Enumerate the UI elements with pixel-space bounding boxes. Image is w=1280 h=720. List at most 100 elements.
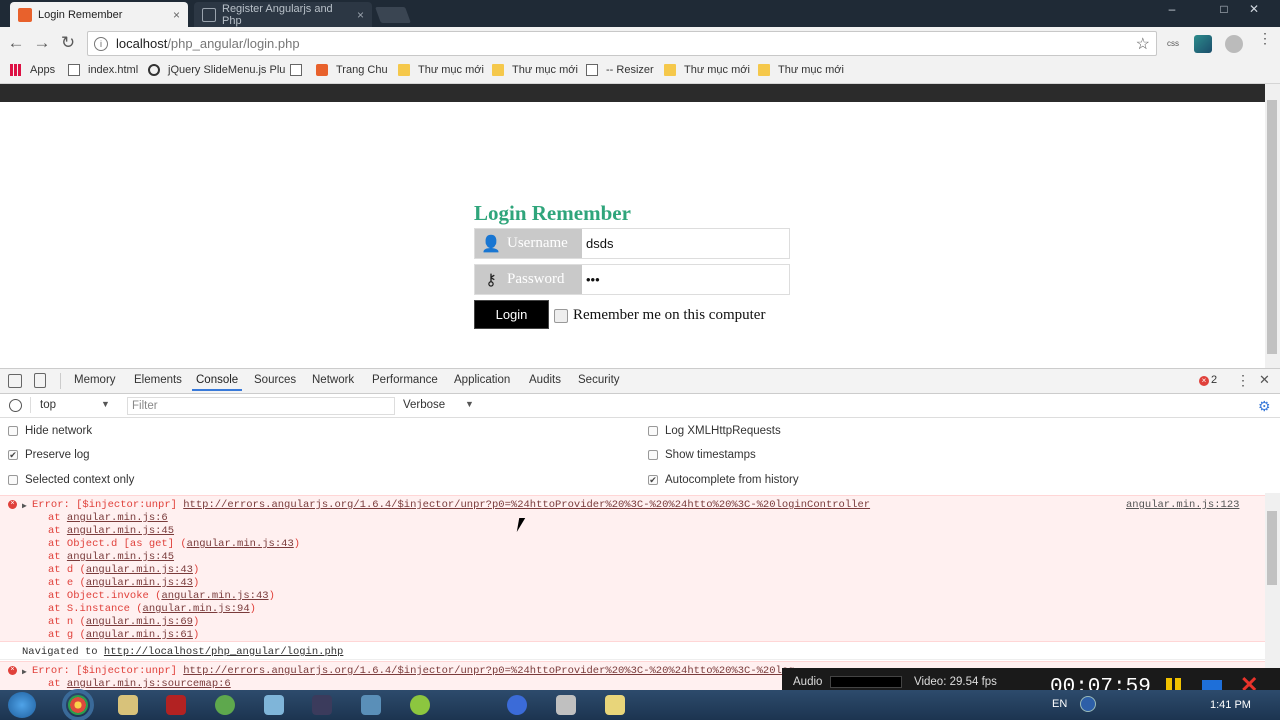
css-extension-icon[interactable]: css — [1164, 35, 1182, 53]
stack-location[interactable]: angular.min.js:61 — [86, 629, 193, 641]
close-window-button[interactable]: ✕ — [1242, 0, 1266, 18]
language-indicator[interactable]: EN — [1052, 698, 1067, 710]
remember-checkbox[interactable] — [554, 308, 568, 323]
tab-console[interactable]: Console — [191, 374, 243, 391]
bookmark-folder[interactable]: Thư mục mới — [664, 64, 750, 76]
explorer-icon[interactable] — [118, 695, 138, 715]
app-icon[interactable] — [361, 695, 381, 715]
stack-location[interactable]: angular.min.js:sourcemap:6 — [67, 678, 231, 690]
checkbox-checked[interactable]: ✔ — [648, 475, 658, 485]
stack-location[interactable]: angular.min.js:43 — [161, 590, 268, 602]
extension-icon[interactable] — [1194, 35, 1212, 53]
close-devtools-icon[interactable]: ✕ — [1259, 372, 1270, 388]
tab-network[interactable]: Network — [312, 374, 354, 386]
filter-input[interactable]: Filter — [127, 397, 395, 415]
bookmark-apps[interactable]: Apps — [10, 64, 55, 76]
more-icon[interactable]: ⋮ — [1236, 372, 1250, 389]
option-hide-network[interactable]: Hide network — [8, 425, 92, 437]
checkbox[interactable] — [648, 426, 658, 436]
new-tab-button[interactable] — [375, 7, 411, 23]
tab-audits[interactable]: Audits — [529, 374, 561, 386]
chrome-icon[interactable] — [62, 689, 94, 720]
navigated-url[interactable]: http://localhost/php_angular/login.php — [104, 646, 343, 658]
app-icon[interactable] — [507, 695, 527, 715]
tab-application[interactable]: Application — [454, 374, 510, 386]
tab-sources[interactable]: Sources — [254, 374, 296, 386]
option-selected-context[interactable]: Selected context only — [8, 474, 134, 486]
console-scrollbar[interactable] — [1265, 493, 1280, 691]
level-select[interactable]: Verbose — [403, 399, 445, 411]
stack-location[interactable]: angular.min.js:94 — [143, 603, 250, 615]
inspect-icon[interactable] — [8, 374, 22, 388]
tab-login-remember[interactable]: Login Remember × — [10, 2, 188, 27]
menu-icon[interactable]: ⋮ — [1258, 31, 1272, 52]
checkbox[interactable] — [8, 426, 18, 436]
start-button[interactable] — [8, 692, 36, 718]
close-icon[interactable]: × — [351, 8, 364, 22]
bookmark-item[interactable]: Trang Chu — [316, 64, 388, 76]
notepad-icon[interactable] — [264, 695, 284, 715]
login-button[interactable]: Login — [474, 300, 549, 329]
error-url[interactable]: http://errors.angularjs.org/1.6.4/$injec… — [183, 499, 870, 511]
app-icon[interactable] — [410, 695, 430, 715]
minimize-button[interactable]: ‒ — [1160, 0, 1184, 18]
bookmark-folder[interactable]: Thư mục mới — [398, 64, 484, 76]
tab-memory[interactable]: Memory — [74, 374, 116, 386]
address-bar[interactable]: i localhost /php_angular/login.php ☆ — [87, 31, 1157, 56]
app-icon[interactable] — [215, 695, 235, 715]
tab-elements[interactable]: Elements — [134, 374, 182, 386]
checkbox[interactable] — [648, 450, 658, 460]
app-icon[interactable] — [556, 695, 576, 715]
bookmark-star-icon[interactable]: ☆ — [1136, 34, 1150, 54]
option-preserve-log[interactable]: ✔ Preserve log — [8, 449, 90, 461]
app-icon[interactable] — [605, 695, 625, 715]
scrollbar-thumb[interactable] — [1267, 511, 1277, 585]
scrollbar-thumb[interactable] — [1267, 100, 1277, 354]
restore-button[interactable]: □ — [1212, 0, 1236, 18]
stack-location[interactable]: angular.min.js:43 — [187, 538, 294, 550]
tab-register[interactable]: Register Angularjs and Php × — [194, 2, 372, 27]
bookmark-item[interactable] — [290, 64, 310, 76]
user-button[interactable] — [1186, 0, 1210, 18]
checkbox-checked[interactable]: ✔ — [8, 450, 18, 460]
stack-location[interactable]: angular.min.js:6 — [67, 512, 168, 524]
stack-location[interactable]: angular.min.js:45 — [67, 525, 174, 537]
chevron-down-icon[interactable]: ▼ — [465, 399, 474, 409]
help-icon[interactable] — [1080, 696, 1096, 712]
bookmark-folder[interactable]: Thư mục mới — [758, 64, 844, 76]
extension-icon[interactable] — [1225, 35, 1243, 53]
clock[interactable]: 1:41 PM — [1210, 699, 1251, 711]
editor-icon[interactable] — [312, 695, 332, 715]
stack-location[interactable]: angular.min.js:45 — [67, 551, 174, 563]
remember-option[interactable]: Remember me on this computer — [554, 307, 765, 324]
clear-console-icon[interactable] — [9, 399, 22, 412]
bookmark-folder[interactable]: Thư mục mới — [492, 64, 578, 76]
page-scrollbar[interactable] — [1265, 84, 1280, 368]
settings-gear-icon[interactable]: ⚙ — [1258, 398, 1271, 415]
error-source-link[interactable]: angular.min.js:123 — [1126, 499, 1239, 512]
close-icon[interactable]: × — [167, 8, 180, 22]
tab-security[interactable]: Security — [578, 374, 620, 386]
stack-location[interactable]: angular.min.js:69 — [86, 616, 193, 628]
bookmark-item[interactable]: jQuery SlideMenu.js Plu — [148, 64, 285, 76]
reload-icon[interactable]: ↻ — [58, 33, 78, 53]
tab-performance[interactable]: Performance — [372, 374, 438, 386]
option-log-xhr[interactable]: Log XMLHttpRequests — [648, 425, 781, 437]
device-toggle-icon[interactable] — [34, 373, 46, 388]
context-select[interactable]: top — [40, 399, 56, 411]
error-header[interactable]: × ▶ Error: [$injector:unpr] http://error… — [0, 499, 1265, 512]
stack-location[interactable]: angular.min.js:43 — [86, 564, 193, 576]
option-autocomplete[interactable]: ✔ Autocomplete from history — [648, 474, 799, 486]
bookmark-item[interactable]: index.html — [68, 64, 138, 76]
back-icon[interactable]: ← — [6, 33, 26, 53]
username-input[interactable]: dsds — [582, 229, 789, 258]
error-count[interactable]: 2 — [1211, 374, 1217, 386]
forward-icon[interactable]: → — [32, 33, 52, 53]
password-input[interactable]: ••• — [582, 265, 789, 294]
stack-location[interactable]: angular.min.js:43 — [86, 577, 193, 589]
bookmark-item[interactable]: -- Resizer — [586, 64, 654, 76]
error-url[interactable]: http://errors.angularjs.org/1.6.4/$injec… — [183, 665, 794, 677]
chevron-down-icon[interactable]: ▼ — [101, 399, 110, 409]
option-show-timestamps[interactable]: Show timestamps — [648, 449, 756, 461]
filezilla-icon[interactable] — [166, 695, 186, 715]
